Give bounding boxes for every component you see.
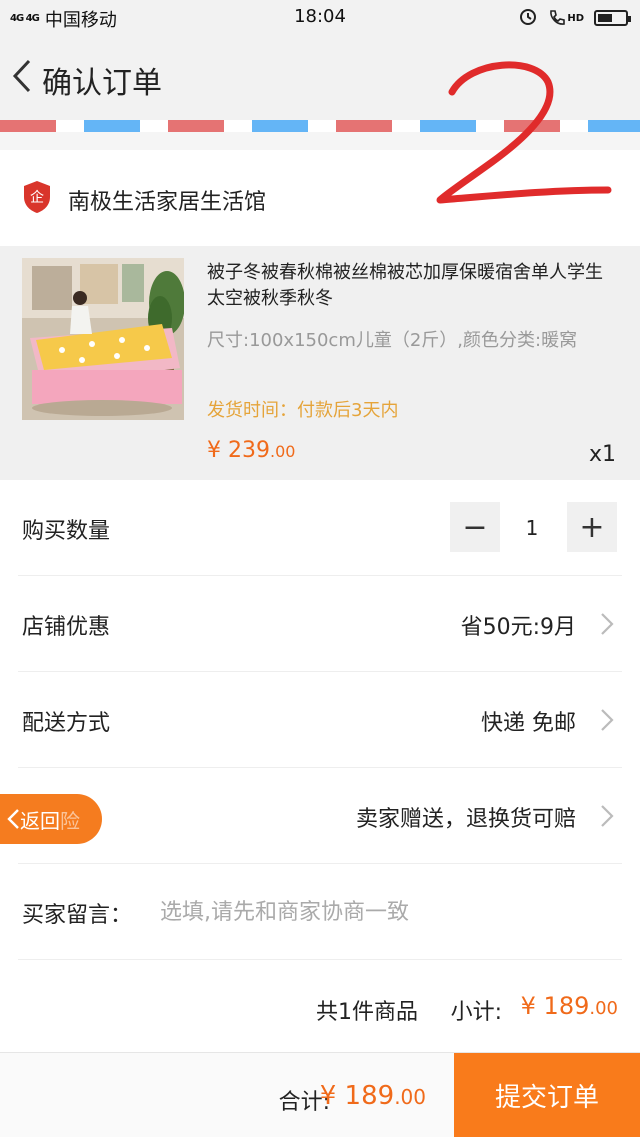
subtotal-symbol: ¥ xyxy=(520,992,536,1020)
product-card[interactable]: 被子冬被春秋棉被丝棉被芯加厚保暖宿舍单人学生太空被秋季秋冬 尺寸:100x150… xyxy=(0,246,640,480)
price-dec: .00 xyxy=(270,442,296,461)
chevron-right-icon xyxy=(601,709,614,731)
battery-icon xyxy=(594,10,631,26)
quantity-increase-button[interactable]: + xyxy=(567,502,617,552)
subtotal-int: 189 xyxy=(543,992,590,1020)
subtotal-amount: ¥ 189.00 xyxy=(521,992,618,1020)
delivery-value: 快递 免邮 xyxy=(481,711,576,736)
shop-discount-value: 省50元:9月 xyxy=(460,615,576,640)
chevron-right-icon xyxy=(601,613,614,635)
status-bar: 4G 4G 中国移动 18:04 HD xyxy=(0,0,640,34)
buyer-note-label: 买家留言： xyxy=(22,903,133,928)
return-label: 返回 xyxy=(20,808,60,833)
handwritten-number-mark: 2 xyxy=(430,54,612,204)
chevron-right-icon xyxy=(601,805,614,827)
insurance-value: 卖家赠送，退换货可赔 xyxy=(355,807,576,832)
buyer-note-row: 买家留言： xyxy=(0,864,640,960)
page-title: 确认订单 xyxy=(42,66,162,101)
back-button[interactable] xyxy=(6,54,38,98)
status-right: HD xyxy=(518,6,631,30)
price-symbol: ¥ xyxy=(207,438,221,463)
shop-name: 南极生活家居生活馆 xyxy=(68,190,267,215)
call-hd-icon: HD xyxy=(548,9,584,27)
product-ship-time: 发货时间：付款后3天内 xyxy=(207,400,399,421)
hd-label: HD xyxy=(567,12,584,24)
alarm-icon xyxy=(518,6,538,30)
chevron-left-icon xyxy=(7,809,19,829)
shop-discount-row[interactable]: 店铺优惠 省50元:9月 xyxy=(0,576,640,672)
total-dec: .00 xyxy=(394,1085,426,1109)
subtotal-dec: .00 xyxy=(589,998,618,1019)
delivery-label: 配送方式 xyxy=(22,711,111,736)
handwritten-mark-text: 2 xyxy=(430,54,431,55)
shop-discount-label: 店铺优惠 xyxy=(22,615,111,640)
shop-badge-icon: 企 xyxy=(22,180,52,214)
shop-badge-text: 企 xyxy=(30,189,44,206)
product-quantity: x1 xyxy=(588,442,616,467)
delivery-row[interactable]: 配送方式 快递 免邮 xyxy=(0,672,640,768)
product-image xyxy=(22,258,184,420)
product-title: 被子冬被春秋棉被丝棉被芯加厚保暖宿舍单人学生太空被秋季秋冬 xyxy=(207,262,603,309)
subtotal-label: 小计: xyxy=(450,1000,502,1025)
price-int: 239 xyxy=(228,438,270,463)
chevron-left-icon xyxy=(12,59,31,93)
return-float-button[interactable]: 返回险 xyxy=(0,794,102,844)
row-divider xyxy=(18,959,622,960)
total-symbol: ¥ xyxy=(319,1081,337,1111)
order-summary: 共1件商品 小计: ¥ 189.00 xyxy=(0,962,640,1052)
item-count: 共1件商品 xyxy=(316,1000,418,1025)
submit-order-button[interactable]: 提交订单 xyxy=(454,1053,640,1137)
quantity-decrease-button[interactable]: − xyxy=(450,502,500,552)
checkout-bar: 合计: ¥ 189.00 提交订单 xyxy=(0,1052,640,1137)
product-price: ¥ 239.00 xyxy=(207,438,295,463)
quantity-label: 购买数量 xyxy=(22,519,111,544)
buyer-note-input[interactable] xyxy=(160,895,600,929)
quantity-row: 购买数量 − 1 + xyxy=(0,480,640,576)
product-spec: 尺寸:100x150cm儿童（2斤）,颜色分类:暖窝 xyxy=(207,330,578,351)
insurance-row[interactable]: 返回险 卖家赠送，退换货可赔 xyxy=(0,768,640,864)
quantity-value[interactable]: 1 xyxy=(520,516,544,540)
total-int: 189 xyxy=(344,1081,395,1111)
return-label-obscured: 险 xyxy=(60,808,80,833)
total-amount: ¥ 189.00 xyxy=(320,1081,426,1111)
